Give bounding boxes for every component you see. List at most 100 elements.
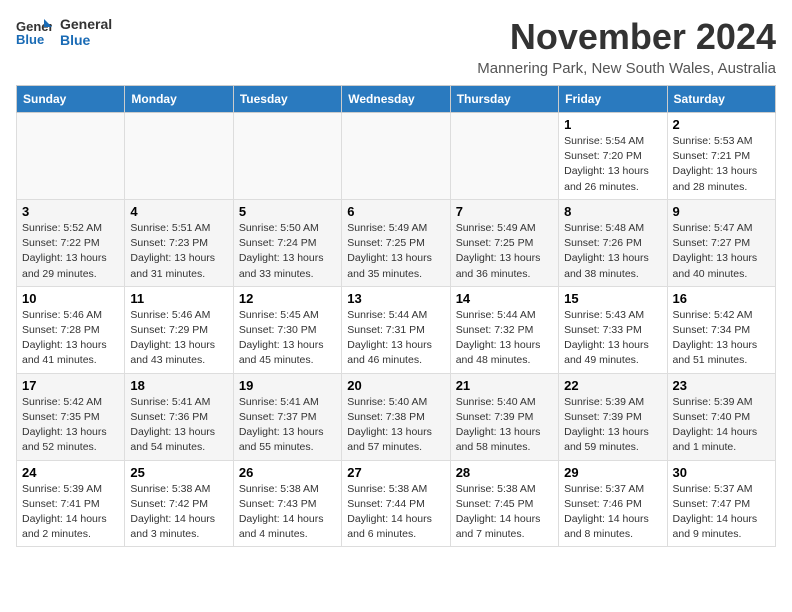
day-number: 4	[130, 204, 227, 219]
day-number: 11	[130, 291, 227, 306]
day-info: Sunrise: 5:49 AM Sunset: 7:25 PM Dayligh…	[456, 221, 553, 282]
day-cell: 2 Sunrise: 5:53 AM Sunset: 7:21 PM Daylig…	[667, 113, 775, 200]
day-info: Sunrise: 5:46 AM Sunset: 7:29 PM Dayligh…	[130, 308, 227, 369]
day-info: Sunrise: 5:42 AM Sunset: 7:34 PM Dayligh…	[673, 308, 770, 369]
day-number: 27	[347, 465, 444, 480]
location-title: Mannering Park, New South Wales, Austral…	[477, 60, 776, 77]
day-number: 21	[456, 378, 553, 393]
day-info: Sunrise: 5:38 AM Sunset: 7:45 PM Dayligh…	[456, 482, 553, 543]
day-cell: 15Sunrise: 5:43 AM Sunset: 7:33 PM Dayli…	[559, 286, 667, 373]
day-cell: 14Sunrise: 5:44 AM Sunset: 7:32 PM Dayli…	[450, 286, 558, 373]
day-number: 18	[130, 378, 227, 393]
day-number: 20	[347, 378, 444, 393]
day-cell: 17Sunrise: 5:42 AM Sunset: 7:35 PM Dayli…	[17, 373, 125, 460]
week-row-2: 10Sunrise: 5:46 AM Sunset: 7:28 PM Dayli…	[17, 286, 776, 373]
day-cell: 12Sunrise: 5:45 AM Sunset: 7:30 PM Dayli…	[233, 286, 341, 373]
day-info: Sunrise: 5:39 AM Sunset: 7:39 PM Dayligh…	[564, 395, 661, 456]
day-info: Sunrise: 5:53 AM Sunset: 7:21 PM Dayligh…	[673, 134, 770, 195]
day-info: Sunrise: 5:46 AM Sunset: 7:28 PM Dayligh…	[22, 308, 119, 369]
calendar-body: 1 Sunrise: 5:54 AM Sunset: 7:20 PM Daylig…	[17, 113, 776, 547]
day-cell: 27 Sunrise: 5:38 AM Sunset: 7:44 PM Dayli…	[342, 460, 450, 547]
day-number: 30	[673, 465, 770, 480]
day-info: Sunrise: 5:40 AM Sunset: 7:38 PM Dayligh…	[347, 395, 444, 456]
day-cell	[342, 113, 450, 200]
calendar-table: SundayMondayTuesdayWednesdayThursdayFrid…	[16, 85, 776, 547]
day-info: Sunrise: 5:52 AM Sunset: 7:22 PM Dayligh…	[22, 221, 119, 282]
day-cell: 24Sunrise: 5:39 AM Sunset: 7:41 PM Dayli…	[17, 460, 125, 547]
day-number: 9	[673, 204, 770, 219]
day-info: Sunrise: 5:47 AM Sunset: 7:27 PM Dayligh…	[673, 221, 770, 282]
day-number: 16	[673, 291, 770, 306]
day-number: 15	[564, 291, 661, 306]
day-cell: 6Sunrise: 5:49 AM Sunset: 7:25 PM Daylig…	[342, 199, 450, 286]
day-cell	[450, 113, 558, 200]
day-cell: 26 Sunrise: 5:38 AM Sunset: 7:43 PM Dayli…	[233, 460, 341, 547]
day-number: 25	[130, 465, 227, 480]
day-info: Sunrise: 5:49 AM Sunset: 7:25 PM Dayligh…	[347, 221, 444, 282]
day-number: 26	[239, 465, 336, 480]
day-cell: 11 Sunrise: 5:46 AM Sunset: 7:29 PM Dayli…	[125, 286, 233, 373]
svg-text:Blue: Blue	[16, 32, 44, 47]
day-number: 1	[564, 117, 661, 132]
day-cell: 25 Sunrise: 5:38 AM Sunset: 7:42 PM Dayli…	[125, 460, 233, 547]
day-number: 12	[239, 291, 336, 306]
day-info: Sunrise: 5:40 AM Sunset: 7:39 PM Dayligh…	[456, 395, 553, 456]
day-info: Sunrise: 5:37 AM Sunset: 7:47 PM Dayligh…	[673, 482, 770, 543]
day-info: Sunrise: 5:54 AM Sunset: 7:20 PM Dayligh…	[564, 134, 661, 195]
day-info: Sunrise: 5:38 AM Sunset: 7:44 PM Dayligh…	[347, 482, 444, 543]
header-wednesday: Wednesday	[342, 86, 450, 113]
day-cell: 23 Sunrise: 5:39 AM Sunset: 7:40 PM Dayli…	[667, 373, 775, 460]
day-info: Sunrise: 5:48 AM Sunset: 7:26 PM Dayligh…	[564, 221, 661, 282]
day-cell: 21 Sunrise: 5:40 AM Sunset: 7:39 PM Dayli…	[450, 373, 558, 460]
day-info: Sunrise: 5:41 AM Sunset: 7:37 PM Dayligh…	[239, 395, 336, 456]
day-cell: 20 Sunrise: 5:40 AM Sunset: 7:38 PM Dayli…	[342, 373, 450, 460]
day-cell: 8 Sunrise: 5:48 AM Sunset: 7:26 PM Daylig…	[559, 199, 667, 286]
header-saturday: Saturday	[667, 86, 775, 113]
day-info: Sunrise: 5:38 AM Sunset: 7:43 PM Dayligh…	[239, 482, 336, 543]
day-info: Sunrise: 5:41 AM Sunset: 7:36 PM Dayligh…	[130, 395, 227, 456]
day-cell: 30 Sunrise: 5:37 AM Sunset: 7:47 PM Dayli…	[667, 460, 775, 547]
day-info: Sunrise: 5:50 AM Sunset: 7:24 PM Dayligh…	[239, 221, 336, 282]
logo-icon: General Blue	[16, 17, 52, 47]
day-cell	[125, 113, 233, 200]
day-cell: 3Sunrise: 5:52 AM Sunset: 7:22 PM Daylig…	[17, 199, 125, 286]
title-area: November 2024 Mannering Park, New South …	[477, 16, 776, 77]
week-row-4: 24Sunrise: 5:39 AM Sunset: 7:41 PM Dayli…	[17, 460, 776, 547]
day-info: Sunrise: 5:39 AM Sunset: 7:40 PM Dayligh…	[673, 395, 770, 456]
day-cell: 4 Sunrise: 5:51 AM Sunset: 7:23 PM Daylig…	[125, 199, 233, 286]
header-friday: Friday	[559, 86, 667, 113]
day-cell: 7Sunrise: 5:49 AM Sunset: 7:25 PM Daylig…	[450, 199, 558, 286]
day-number: 23	[673, 378, 770, 393]
day-cell: 16 Sunrise: 5:42 AM Sunset: 7:34 PM Dayli…	[667, 286, 775, 373]
day-info: Sunrise: 5:37 AM Sunset: 7:46 PM Dayligh…	[564, 482, 661, 543]
day-cell: 29Sunrise: 5:37 AM Sunset: 7:46 PM Dayli…	[559, 460, 667, 547]
day-info: Sunrise: 5:51 AM Sunset: 7:23 PM Dayligh…	[130, 221, 227, 282]
day-cell: 1 Sunrise: 5:54 AM Sunset: 7:20 PM Daylig…	[559, 113, 667, 200]
day-cell: 13Sunrise: 5:44 AM Sunset: 7:31 PM Dayli…	[342, 286, 450, 373]
day-cell: 9 Sunrise: 5:47 AM Sunset: 7:27 PM Daylig…	[667, 199, 775, 286]
day-number: 28	[456, 465, 553, 480]
day-info: Sunrise: 5:44 AM Sunset: 7:31 PM Dayligh…	[347, 308, 444, 369]
header-monday: Monday	[125, 86, 233, 113]
day-info: Sunrise: 5:38 AM Sunset: 7:42 PM Dayligh…	[130, 482, 227, 543]
header-sunday: Sunday	[17, 86, 125, 113]
page-header: General Blue General Blue November 2024 …	[16, 16, 776, 77]
calendar-header: SundayMondayTuesdayWednesdayThursdayFrid…	[17, 86, 776, 113]
day-cell: 19Sunrise: 5:41 AM Sunset: 7:37 PM Dayli…	[233, 373, 341, 460]
week-row-0: 1 Sunrise: 5:54 AM Sunset: 7:20 PM Daylig…	[17, 113, 776, 200]
month-title: November 2024	[477, 16, 776, 58]
day-cell	[233, 113, 341, 200]
day-info: Sunrise: 5:42 AM Sunset: 7:35 PM Dayligh…	[22, 395, 119, 456]
day-number: 2	[673, 117, 770, 132]
logo-line2: Blue	[60, 32, 112, 48]
header-tuesday: Tuesday	[233, 86, 341, 113]
day-info: Sunrise: 5:44 AM Sunset: 7:32 PM Dayligh…	[456, 308, 553, 369]
day-number: 5	[239, 204, 336, 219]
day-number: 8	[564, 204, 661, 219]
header-row: SundayMondayTuesdayWednesdayThursdayFrid…	[17, 86, 776, 113]
logo-line1: General	[60, 16, 112, 32]
week-row-1: 3Sunrise: 5:52 AM Sunset: 7:22 PM Daylig…	[17, 199, 776, 286]
day-number: 22	[564, 378, 661, 393]
day-cell: 18 Sunrise: 5:41 AM Sunset: 7:36 PM Dayli…	[125, 373, 233, 460]
day-number: 24	[22, 465, 119, 480]
